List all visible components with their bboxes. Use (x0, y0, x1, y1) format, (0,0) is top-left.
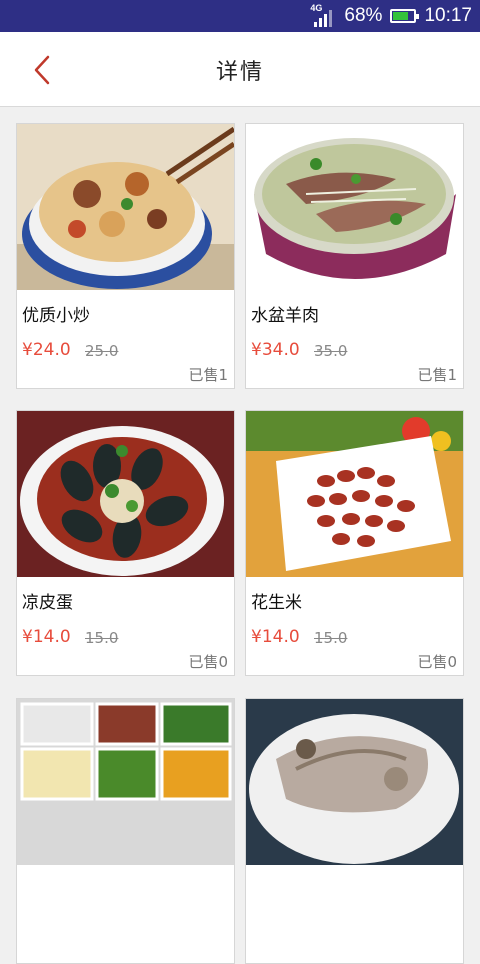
sold-count: 已售1 (188, 366, 228, 384)
status-icons: 4G 68% 10:17 (310, 0, 472, 32)
product-card[interactable]: 水盆羊肉 ¥34.0 35.0 已售1 (245, 123, 464, 389)
sold-count: 已售0 (417, 653, 457, 671)
battery-icon (390, 9, 420, 23)
product-card[interactable]: 优质小炒 ¥24.0 25.0 已售1 (16, 123, 235, 389)
original-price: 15.0 (314, 629, 348, 647)
original-price: 25.0 (85, 342, 119, 360)
sold-count: 已售1 (417, 366, 457, 384)
product-card[interactable] (245, 698, 464, 964)
product-name: 优质小炒 (22, 306, 90, 326)
page-title: 详情 (215, 60, 264, 85)
product-name: 花生米 (251, 593, 302, 613)
food-image-century-eggs (17, 411, 234, 577)
signal-icon: 4G (310, 3, 336, 27)
status-bar: 4G 68% 10:17 (0, 0, 480, 32)
product-card[interactable]: 凉皮蛋 ¥14.0 15.0 已售0 (16, 410, 235, 676)
product-price: ¥34.0 (251, 340, 300, 360)
header: 详情 (0, 32, 480, 107)
product-price: ¥14.0 (251, 627, 300, 647)
product-price: ¥14.0 (22, 627, 71, 647)
product-card[interactable] (16, 698, 235, 964)
food-image-stir-fry (17, 124, 234, 290)
clock: 10:17 (424, 5, 472, 26)
original-price: 35.0 (314, 342, 348, 360)
food-image-peanuts (246, 411, 463, 577)
battery-percent: 68% (344, 5, 383, 26)
sold-count: 已售0 (188, 653, 228, 671)
product-price: ¥24.0 (22, 340, 71, 360)
original-price: 15.0 (85, 629, 119, 647)
product-card[interactable]: 花生米 ¥14.0 15.0 已售0 (245, 410, 464, 676)
food-image-stewed-meat (246, 699, 463, 865)
food-image-mutton-soup (246, 124, 463, 290)
product-name: 水盆羊肉 (251, 306, 319, 326)
food-image-cold-dishes (17, 699, 234, 865)
product-name: 凉皮蛋 (22, 593, 73, 613)
